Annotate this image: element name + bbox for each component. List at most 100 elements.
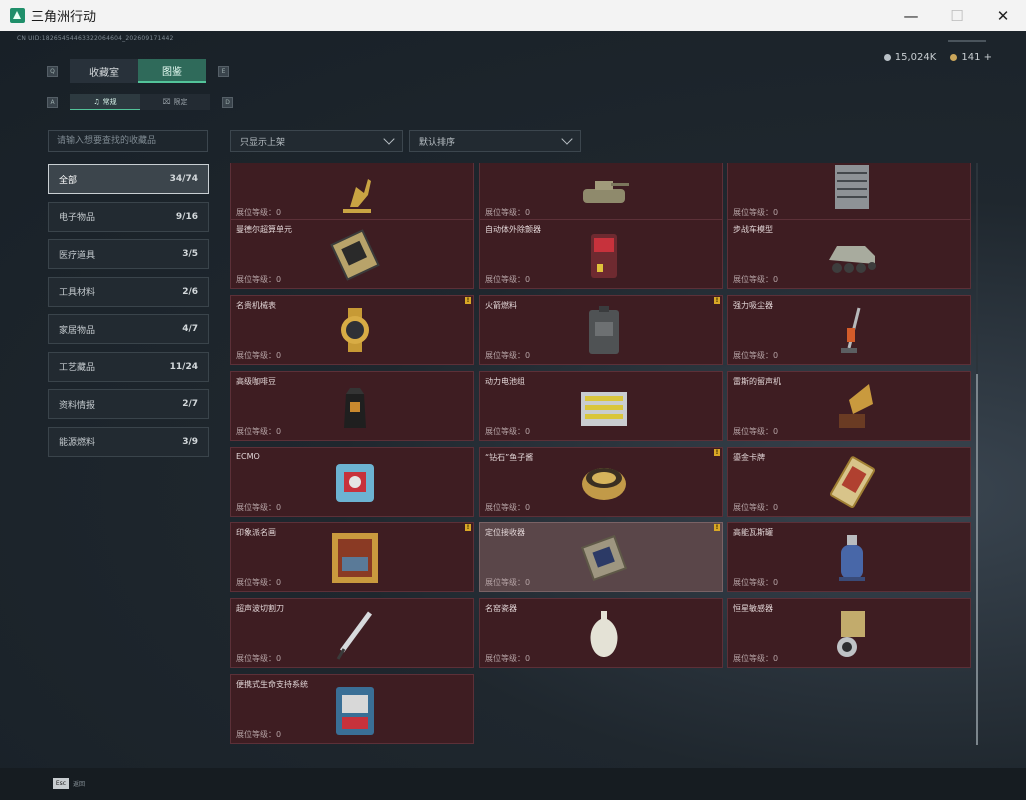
category-all[interactable]: 全部 34/74: [48, 164, 209, 194]
item-name: 强力吸尘器: [733, 301, 773, 310]
gold-watch-icon: [341, 308, 369, 352]
category-energy[interactable]: 能源燃料 3/9: [48, 426, 209, 457]
tank-model-icon: [583, 181, 629, 203]
sort-dropdown[interactable]: 默认排序: [409, 130, 581, 152]
item-name: 印象派名画: [236, 528, 276, 537]
item-card[interactable]: 雷斯的留声机 展位等级：0: [727, 371, 971, 441]
item-name: 高级咖啡豆: [236, 377, 276, 386]
tab-collection-room[interactable]: 收藏室: [70, 59, 138, 83]
item-name: 名贵机械表: [236, 301, 276, 310]
alert-badge-icon: !: [714, 524, 720, 531]
item-card[interactable]: 动力电池组 展位等级：0: [479, 371, 723, 441]
booth-level: 展位等级：0: [485, 578, 531, 587]
alert-badge-icon: !: [465, 524, 471, 531]
item-card[interactable]: 高能瓦斯罐 展位等级：0: [727, 522, 971, 592]
item-name: 名窑瓷器: [485, 604, 517, 613]
ultrasonic-knife-icon: [336, 611, 373, 660]
gramophone-icon: [839, 384, 873, 428]
search-input[interactable]: [48, 130, 208, 152]
limited-icon: ⌧: [162, 98, 171, 106]
item-name: 雷斯的留声机: [733, 377, 781, 386]
booth-level: 展位等级：0: [236, 275, 282, 284]
category-crafts[interactable]: 工艺藏品 11/24: [48, 351, 209, 382]
maximize-button[interactable]: ☐: [934, 0, 980, 31]
silver-currency: 15,024K: [883, 52, 936, 63]
silver-coin-icon: [883, 54, 891, 61]
booth-level: 展位等级：0: [733, 208, 779, 217]
item-name: 高能瓦斯罐: [733, 528, 773, 537]
item-card[interactable]: 展位等级：0: [230, 163, 474, 222]
chevron-down-icon: [383, 133, 395, 145]
keyhint-q: Q: [47, 65, 58, 77]
item-name: 火箭燃料: [485, 301, 517, 310]
booth-level: 展位等级：0: [236, 578, 282, 587]
booth-level: 展位等级：0: [733, 351, 779, 360]
game-viewport: CN UID:18265454463322064604_202609171442…: [0, 31, 1026, 800]
supercomputer-unit-icon: [330, 229, 380, 281]
regular-icon: ♫: [93, 97, 100, 106]
booth-level: 展位等级：0: [733, 275, 779, 284]
category-medical[interactable]: 医疗道具 3/5: [48, 239, 209, 269]
booth-level: 展位等级：0: [236, 427, 282, 436]
gold-currency[interactable]: 141 +: [950, 52, 992, 63]
minimize-button[interactable]: —: [888, 0, 934, 31]
item-card[interactable]: ECMO 展位等级：0: [230, 447, 474, 517]
gold-card-icon: [829, 456, 876, 508]
category-electronics[interactable]: 电子物品 9/16: [48, 201, 209, 232]
booth-level: 展位等级：0: [733, 654, 779, 663]
item-card[interactable]: 曼德尔超算单元 展位等级：0: [230, 219, 474, 289]
item-card[interactable]: “钻石”鱼子酱 展位等级：0!: [479, 447, 723, 517]
life-support-icon: [336, 687, 374, 735]
booth-level: 展位等级：0: [485, 503, 531, 512]
caviar-tin-icon: [582, 468, 626, 500]
item-card[interactable]: 印象派名画展位等级：0!: [230, 522, 474, 592]
booth-level: 展位等级：0: [236, 654, 282, 663]
ifv-model-icon: [829, 246, 876, 273]
sub-tabs: A ♫ 常规 ⌧ 限定 D: [47, 94, 233, 110]
keyhint-a: A: [47, 96, 58, 108]
item-card[interactable]: 恒星敏感器 展位等级：0: [727, 598, 971, 668]
item-card[interactable]: 便携式生命支持系统 展位等级：0: [230, 674, 474, 744]
tab-catalog[interactable]: 图鉴: [138, 59, 206, 83]
scrollbar-thumb[interactable]: [976, 374, 978, 745]
close-button[interactable]: ✕: [980, 0, 1026, 31]
subtab-limited[interactable]: ⌧ 限定: [140, 94, 210, 110]
item-card[interactable]: 强力吸尘器展位等级：0: [727, 295, 971, 365]
defibrillator-icon: [591, 234, 617, 278]
window-titlebar: 三角洲行动 — ☐ ✕: [0, 0, 1026, 32]
item-card[interactable]: 名贵机械表 展位等级：0!: [230, 295, 474, 365]
item-card[interactable]: 展位等级：0: [479, 163, 723, 222]
item-grid: 展位等级：0 展位等级：0 展位等级：0 曼德尔超算单元 展位等级：0 自动体外除颤器 展位…: [230, 163, 974, 745]
booth-level: 展位等级：0: [485, 351, 531, 360]
item-name: 曼德尔超算单元: [236, 225, 292, 234]
item-name: ECMO: [236, 452, 260, 461]
category-household[interactable]: 家居物品 4/7: [48, 314, 209, 344]
booth-level: 展位等级：0: [485, 275, 531, 284]
gold-coin-icon: [950, 54, 958, 61]
window-title: 三角洲行动: [31, 10, 97, 25]
item-card[interactable]: 鎏金卡牌 展位等级：0: [727, 447, 971, 517]
main-tabs: Q 收藏室 图鉴 E: [47, 59, 229, 83]
booth-level: 展位等级：0: [485, 208, 531, 217]
keyhint-e: E: [218, 65, 229, 77]
item-card[interactable]: 高级咖啡豆展位等级：0: [230, 371, 474, 441]
booth-level: 展位等级：0: [236, 730, 282, 739]
shelf-filter-dropdown[interactable]: 只显示上架: [230, 130, 403, 152]
item-card[interactable]: 超声波切割刀 展位等级：0: [230, 598, 474, 668]
item-card[interactable]: 名窑瓷器展位等级：0: [479, 598, 723, 668]
currency-bar: 15,024K 141 +: [883, 52, 992, 63]
item-card[interactable]: 展位等级：0: [727, 163, 971, 222]
item-card[interactable]: 步战车模型 展位等级：0: [727, 219, 971, 289]
back-button[interactable]: Esc 返回: [53, 778, 85, 789]
item-card[interactable]: 定位接收器展位等级：0!: [479, 522, 723, 592]
booth-level: 展位等级：0: [485, 654, 531, 663]
category-intel[interactable]: 资料情报 2/7: [48, 389, 209, 419]
item-card[interactable]: 自动体外除颤器 展位等级：0: [479, 219, 723, 289]
item-name: 动力电池组: [485, 377, 525, 386]
item-name: 定位接收器: [485, 528, 525, 537]
item-name: 鎏金卡牌: [733, 453, 765, 462]
item-card[interactable]: 火箭燃料 展位等级：0!: [479, 295, 723, 365]
app-logo-icon: [10, 8, 25, 23]
subtab-regular[interactable]: ♫ 常规: [70, 94, 140, 110]
category-tools[interactable]: 工具材料 2/6: [48, 276, 209, 307]
